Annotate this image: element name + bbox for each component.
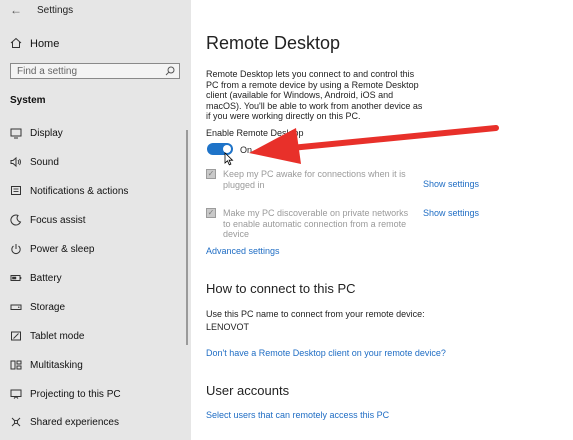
sidebar-scrollbar[interactable] (186, 130, 188, 345)
battery-icon (10, 275, 22, 281)
sidebar: ← Settings Home Find a setting System Di… (0, 0, 191, 440)
title-bar: ← Settings (0, 0, 191, 22)
client-download-link[interactable]: Don't have a Remote Desktop client on yo… (206, 348, 446, 358)
sidebar-item-label: Power & sleep (30, 244, 95, 255)
sidebar-item-label: Notifications & actions (30, 186, 129, 197)
power-icon (11, 244, 21, 254)
sidebar-item-notifications[interactable]: Notifications & actions (0, 182, 191, 202)
sidebar-item-sound[interactable]: Sound (0, 153, 191, 173)
connect-instruction: Use this PC name to connect from your re… (206, 309, 425, 319)
back-arrow-icon[interactable]: ← (10, 3, 22, 17)
tablet-mode-icon (11, 331, 21, 341)
section-title: System (10, 95, 46, 106)
sidebar-item-power-sleep[interactable]: Power & sleep (0, 240, 191, 260)
search-input[interactable]: Find a setting (10, 63, 180, 79)
home-link[interactable]: Home (0, 35, 191, 53)
sidebar-item-display[interactable]: Display (0, 124, 191, 144)
sidebar-item-label: Display (30, 128, 63, 139)
mouse-cursor-icon (224, 152, 234, 166)
storage-icon (10, 304, 22, 310)
home-label: Home (30, 38, 60, 50)
projecting-icon (10, 389, 22, 399)
discoverable-label: Make my PC discoverable on private netwo… (223, 208, 409, 239)
user-accounts-heading: User accounts (206, 383, 290, 398)
sidebar-item-label: Focus assist (30, 215, 86, 226)
sidebar-item-battery[interactable]: Battery (0, 269, 191, 289)
sidebar-item-projecting[interactable]: Projecting to this PC (0, 385, 191, 405)
keep-awake-show-settings-link[interactable]: Show settings (423, 179, 479, 189)
sidebar-item-label: Sound (30, 157, 59, 168)
focus-assist-icon (10, 214, 22, 226)
page-title: Remote Desktop (206, 33, 341, 53)
sidebar-item-label: Multitasking (30, 360, 83, 371)
shared-experiences-icon (11, 417, 21, 427)
sidebar-item-label: Battery (30, 273, 62, 284)
description-text: Remote Desktop lets you connect to and c… (206, 69, 423, 121)
keep-awake-label: Keep my PC awake for connections when it… (223, 169, 406, 190)
sidebar-item-label: Shared experiences (30, 417, 119, 428)
sidebar-item-label: Tablet mode (30, 331, 85, 342)
search-placeholder: Find a setting (17, 66, 78, 77)
home-icon (10, 37, 22, 48)
pc-name: LENOVOT (206, 322, 250, 332)
select-users-link[interactable]: Select users that can remotely access th… (206, 410, 389, 420)
multitasking-icon (10, 360, 22, 370)
sidebar-item-label: Projecting to this PC (30, 389, 121, 400)
advanced-settings-link[interactable]: Advanced settings (206, 246, 280, 256)
search-icon (165, 66, 175, 76)
sidebar-item-multitasking[interactable]: Multitasking (0, 356, 191, 376)
sidebar-item-storage[interactable]: Storage (0, 298, 191, 318)
sound-icon (10, 156, 21, 168)
main-content: Remote Desktop Remote Desktop lets you c… (191, 0, 573, 440)
display-icon (10, 128, 22, 139)
discoverable-show-settings-link[interactable]: Show settings (423, 208, 479, 218)
keep-awake-checkbox[interactable]: ✓ (206, 169, 216, 179)
sidebar-item-focus-assist[interactable]: Focus assist (0, 211, 191, 231)
sidebar-item-tablet-mode[interactable]: Tablet mode (0, 327, 191, 347)
discoverable-checkbox[interactable]: ✓ (206, 208, 216, 218)
sidebar-item-label: Storage (30, 302, 66, 313)
annotation-arrow-icon (249, 125, 499, 164)
sidebar-item-shared-experiences[interactable]: Shared experiences (0, 413, 191, 433)
connect-heading: How to connect to this PC (206, 281, 356, 296)
notifications-icon (11, 186, 21, 195)
app-title: Settings (37, 5, 74, 16)
